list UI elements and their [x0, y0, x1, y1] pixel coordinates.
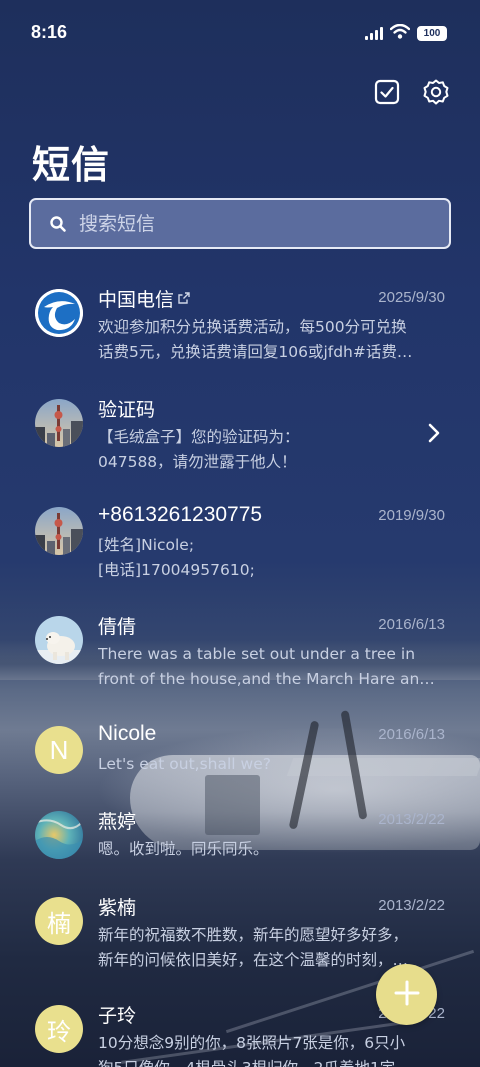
message-preview: 【毛绒盒子】您的验证码为： — [98, 428, 300, 446]
signal-icon — [365, 27, 383, 40]
message-date: 2013/2/22 — [378, 897, 445, 914]
wifi-icon — [389, 23, 411, 43]
check-square-icon — [374, 79, 400, 109]
external-link-icon — [178, 287, 190, 309]
status-time: 8:16 — [31, 22, 68, 42]
message-preview: Let's eat out,shall we? — [98, 755, 271, 773]
message-date: 2016/6/13 — [378, 726, 445, 743]
chevron-right-icon[interactable] — [428, 423, 440, 447]
contact-name: 倩倩 — [98, 616, 137, 638]
settings-button[interactable] — [420, 78, 452, 110]
message-date: 2013/2/22 — [378, 811, 445, 828]
contact-name: 中国电信 — [98, 285, 190, 312]
tower-photo — [35, 399, 83, 447]
message-preview: 10分想念9别的你，8张照片7张是你，6只小 — [98, 1034, 406, 1052]
contact-name: 验证码 — [98, 399, 156, 421]
contact-name: 燕婷 — [98, 811, 137, 833]
china-telecom-logo — [35, 289, 83, 337]
message-preview: [电话]17004957610; — [98, 561, 255, 579]
message-preview: 新年的祝福数不胜数，新年的愿望好多好多， — [98, 926, 409, 944]
ocean-photo — [35, 811, 83, 859]
plus-icon — [394, 980, 420, 1010]
status-icons: 100 — [365, 23, 447, 43]
message-preview: 嗯。收到啦。同乐同乐。 — [98, 840, 269, 858]
message-preview: There was a table set out under a tree i… — [98, 645, 416, 663]
avatar: 玲 — [35, 1005, 83, 1053]
search-bar[interactable] — [29, 198, 451, 249]
battery-icon: 100 — [417, 26, 447, 41]
contact-name: Nicole — [98, 722, 157, 745]
conversation-item[interactable]: +8613261230775 2019/9/30 [姓名]Nicole; [电话… — [0, 503, 480, 603]
message-preview: 047588，请勿泄露于他人！ — [98, 453, 297, 471]
avatar — [35, 399, 83, 447]
select-messages-button[interactable] — [371, 78, 403, 110]
conversation-item[interactable]: 倩倩 2016/6/13 There was a table set out u… — [0, 612, 480, 712]
conversation-item[interactable]: 验证码 【毛绒盒子】您的验证码为： 047588，请勿泄露于他人！ — [0, 395, 480, 495]
message-date: 2025/9/30 — [378, 289, 445, 306]
message-preview: 狗5只像你，4根骨头3根归你，2爪着地1定 — [98, 1056, 448, 1067]
contact-name: +8613261230775 — [98, 503, 263, 526]
conversation-item[interactable]: 燕婷 2013/2/22 嗯。收到啦。同乐同乐。 — [0, 807, 480, 907]
avatar — [35, 507, 83, 555]
avatar: 楠 — [35, 897, 83, 945]
avatar — [35, 616, 83, 664]
page-title: 短信 — [32, 143, 111, 187]
contact-name: 紫楠 — [98, 897, 137, 919]
search-input[interactable] — [79, 212, 399, 235]
message-preview: 欢迎参加积分兑换话费活动，每500分可兑换 — [98, 318, 407, 336]
message-date: 2019/9/30 — [378, 507, 445, 524]
polar-bear-photo — [35, 616, 83, 664]
avatar — [35, 811, 83, 859]
tower-photo — [35, 507, 83, 555]
gear-icon — [422, 78, 450, 110]
new-message-button[interactable] — [376, 964, 437, 1025]
message-preview: front of the house,and the March Hare an… — [98, 670, 435, 688]
status-bar: 8:16 100 — [0, 0, 480, 68]
conversation-item[interactable]: 中国电信 2025/9/30 欢迎参加积分兑换话费活动，每500分可兑换 话费5… — [0, 285, 480, 385]
message-preview: 话费5元，兑换话费请回复106或jfdh#话费… — [98, 343, 413, 361]
search-icon — [49, 215, 67, 233]
avatar: N — [35, 726, 83, 774]
message-preview: [姓名]Nicole; — [98, 536, 195, 554]
message-date: 2016/6/13 — [378, 616, 445, 633]
avatar — [35, 289, 83, 337]
contact-name: 子玲 — [98, 1005, 137, 1027]
